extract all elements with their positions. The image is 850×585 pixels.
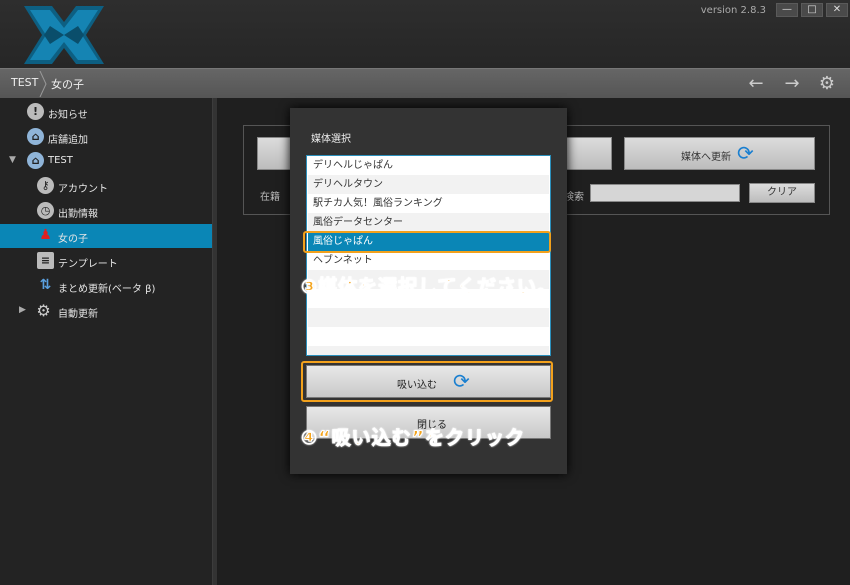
sidebar-item-add-store[interactable]: ⌂ 店舗追加 [0,125,212,149]
version-label: version 2.8.3 [700,5,766,16]
list-item[interactable]: デリヘルじゃぱん [308,156,549,175]
import-highlight-box [301,361,553,402]
search-input[interactable] [590,184,740,202]
close-button[interactable]: ✕ [826,3,848,17]
sidebar-item-label: まとめ更新(ベータ β) [58,284,156,295]
home-add-icon: ⌂ [27,128,44,145]
sidebar-item-label: TEST [48,155,73,166]
maximize-button[interactable]: □ [801,3,823,17]
upload-icon: ⇅ [39,277,52,293]
update-media-label: 媒体へ更新 [681,152,731,163]
list-item [308,308,549,327]
breadcrumb: TEST 女の子 ← → ⚙ [0,68,850,98]
sidebar-item-account[interactable]: ⚷ アカウント [0,174,212,198]
list-item[interactable]: 風俗データセンター [308,213,549,232]
list-item[interactable]: 駅チカ人気！風俗ランキング [308,194,549,213]
sidebar-item-test[interactable]: ▼ ⌂ TEST [0,149,212,173]
sidebar-item-label: 自動更新 [58,309,98,320]
info-icon: ! [27,103,44,120]
sidebar-item-label: 店舗追加 [48,135,88,146]
minimize-button[interactable]: — [776,3,798,17]
breadcrumb-separator-icon [39,71,47,97]
settings-gear-icon[interactable]: ⚙ [816,74,838,94]
key-icon: ⚷ [37,177,54,194]
breadcrumb-root[interactable]: TEST [11,76,38,89]
person-icon: ♟ [39,227,52,243]
middle-action-button[interactable] [566,137,612,170]
expand-down-icon[interactable]: ▼ [9,155,16,165]
search-label: 検索 [564,192,584,203]
list-item[interactable]: ヘブンネット [308,251,549,270]
sidebar-item-attendance[interactable]: ◷ 出勤情報 [0,199,212,223]
sidebar-item-girls[interactable]: ♟ 女の子 [0,224,212,248]
media-list[interactable]: デリヘルじゃぱん デリヘルタウン 駅チカ人気！風俗ランキング 風俗データセンター… [306,155,551,356]
dialog-title: 媒体選択 [311,134,351,145]
clear-button[interactable]: クリア [749,183,815,203]
sidebar-item-label: 女の子 [58,234,88,245]
sidebar-item-auto-update[interactable]: ▶ ⚙ 自動更新 [0,299,212,323]
app-window: version 2.8.3 — □ ✕ TEST 女の子 ← → ⚙ ! お知ら… [0,0,850,585]
selection-highlight-box [303,231,551,253]
sidebar-item-label: アカウント [58,184,108,195]
update-media-button[interactable]: 媒体へ更新 ⟳ [624,137,815,170]
list-item[interactable]: デリヘルタウン [308,175,549,194]
expand-right-icon[interactable]: ▶ [19,305,26,315]
sidebar-item-bulk-update[interactable]: ⇅ まとめ更新(ベータ β) [0,274,212,298]
clock-icon: ◷ [37,202,54,219]
sidebar-item-label: テンプレート [58,259,118,270]
title-bar: version 2.8.3 — □ ✕ [0,0,850,68]
list-item [308,346,549,355]
sidebar-item-label: 出勤情報 [58,209,98,220]
sidebar-item-label: お知らせ [48,110,88,121]
back-arrow-icon[interactable]: ← [745,74,767,94]
gear-icon: ⚙ [36,301,51,320]
refresh-icon: ⟳ [737,141,754,165]
sidebar-item-news[interactable]: ! お知らせ [0,100,212,124]
home-icon: ⌂ [27,152,44,169]
sidebar-item-template[interactable]: ≡ テンプレート [0,249,212,273]
breadcrumb-current[interactable]: 女の子 [51,76,84,92]
document-icon: ≡ [37,252,54,269]
annotation-step3: ③媒体を選択してください。 [301,276,557,299]
annotation-step4: ④“吸い込む”をクリック [300,427,526,450]
forward-arrow-icon[interactable]: → [781,74,803,94]
sidebar: ! お知らせ ⌂ 店舗追加 ▼ ⌂ TEST ⚷ アカウント ◷ 出勤情報 ♟ … [0,98,212,585]
app-logo [24,6,104,64]
zaiseki-label: 在籍 [260,192,280,203]
